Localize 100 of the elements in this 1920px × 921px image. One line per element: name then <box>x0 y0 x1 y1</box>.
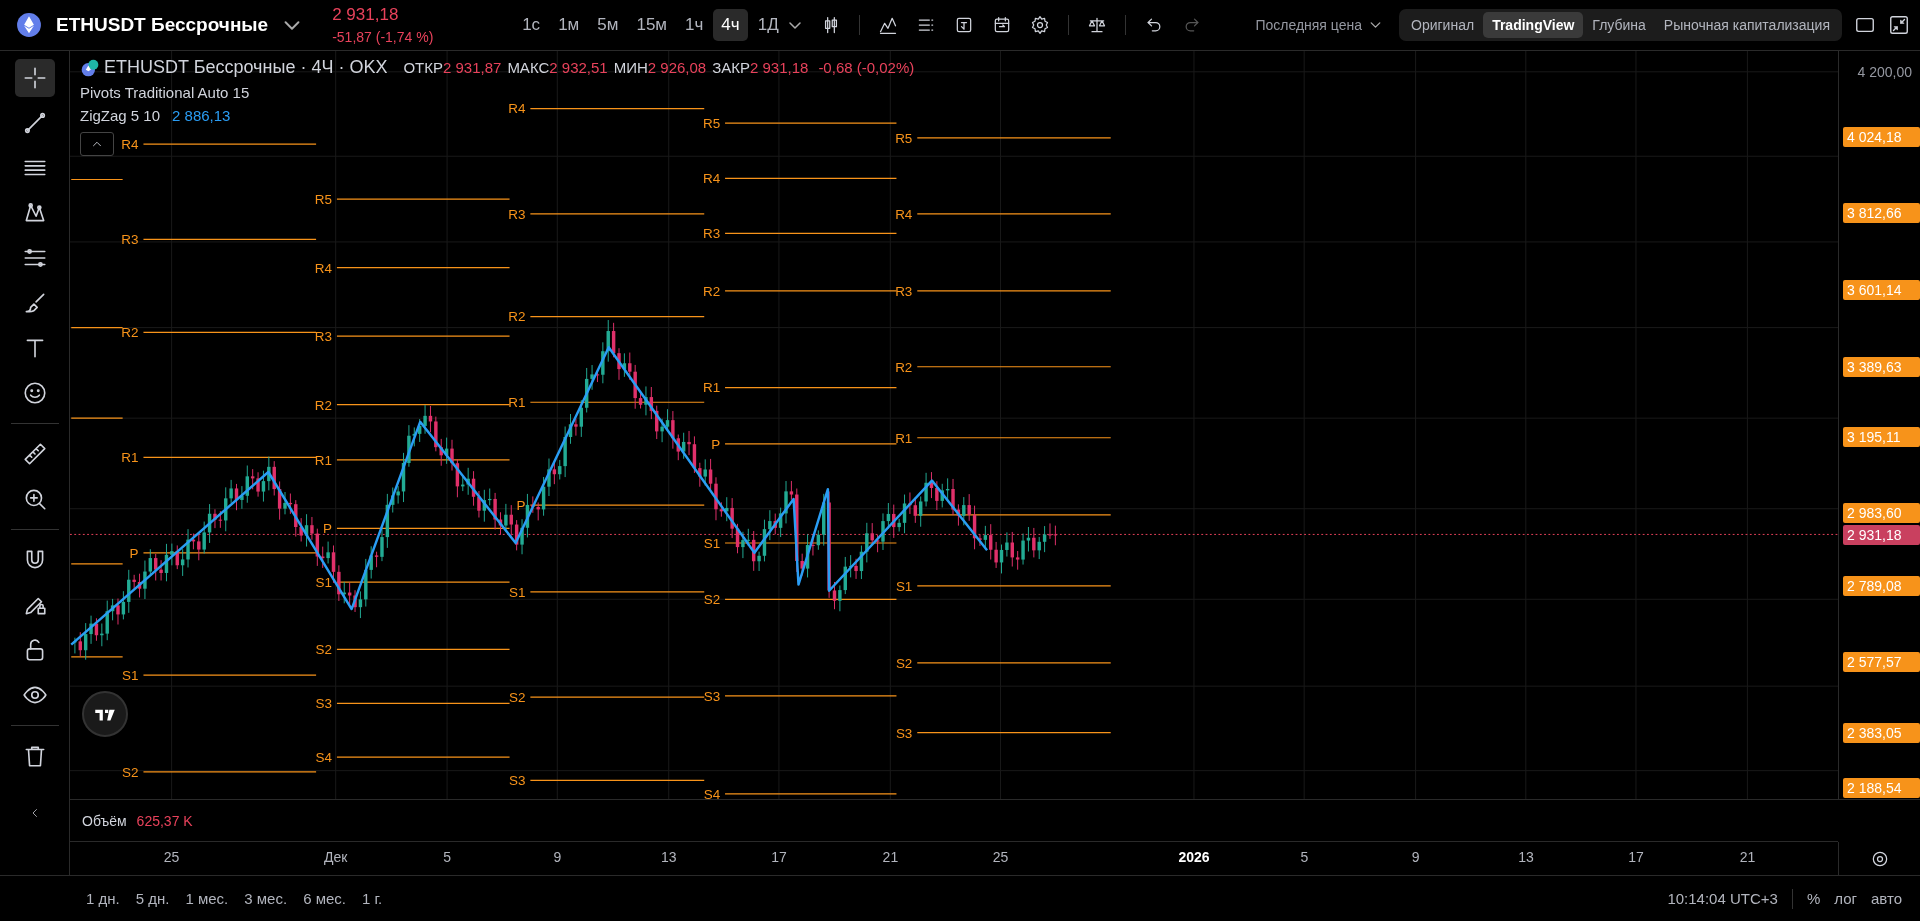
logo-badge[interactable] <box>82 691 128 737</box>
collapse-icon[interactable] <box>1888 14 1910 36</box>
interval-button[interactable]: 1Д <box>749 9 787 41</box>
time-label: 21 <box>882 849 899 865</box>
time-label: 13 <box>661 849 677 865</box>
crosshair-tool[interactable] <box>14 59 55 97</box>
pivot-label: R4 <box>314 260 332 276</box>
last-price: 2 931,18 <box>332 5 400 25</box>
view-tab[interactable]: TradingView <box>1483 12 1584 38</box>
time-label: 13 <box>1518 849 1534 865</box>
pivot-label: R5 <box>895 130 913 146</box>
pivot-label: R3 <box>121 232 139 248</box>
interval-button[interactable]: 1ч <box>677 9 712 41</box>
range-button[interactable]: 6 мес. <box>303 890 346 907</box>
price-change: -51,87 (-1,74 %) <box>332 29 435 45</box>
pivot-price-tag: 3 195,11 <box>1843 426 1920 447</box>
pivot-label: S3 <box>509 773 526 789</box>
pivot-label: R4 <box>702 171 721 187</box>
pivot-label: S2 <box>315 642 332 658</box>
pivot-label: R3 <box>508 206 526 222</box>
indicators-icon[interactable] <box>877 15 898 35</box>
range-button[interactable]: 1 г. <box>361 890 383 907</box>
caret-icon <box>284 20 301 30</box>
interval-button[interactable]: 1с <box>514 9 549 41</box>
percent-button[interactable]: % <box>1806 890 1821 907</box>
pivot-label: S2 <box>509 690 526 706</box>
pivot-price-tag: 3 389,63 <box>1843 356 1920 377</box>
pivot-label: S1 <box>122 668 139 684</box>
pivot-price-tag: 2 577,57 <box>1843 652 1920 672</box>
interval-button[interactable]: 1м <box>550 9 588 41</box>
interval-button[interactable]: 15м <box>628 9 676 41</box>
pivot-label: R4 <box>508 101 526 117</box>
coin-icon <box>80 57 100 78</box>
view-tab[interactable]: Рыночная капитализация <box>1654 12 1839 38</box>
view-tab[interactable]: Глубина <box>1583 12 1655 38</box>
ohlc-value: 2 926,08 <box>647 59 707 76</box>
ohlc-value: 2 931,87 <box>443 59 502 76</box>
pivot-label: P <box>516 497 526 513</box>
pivot-label: R3 <box>314 329 332 345</box>
pivot-label: R5 <box>702 116 721 132</box>
pivot-label: S3 <box>895 725 913 741</box>
indicator-name: Pivots Traditional Auto 15 <box>80 84 250 101</box>
time-label: 21 <box>1739 849 1756 865</box>
ohlc-label: МИН <box>613 59 648 76</box>
pivot-line <box>70 563 124 565</box>
ruler-icon <box>21 441 48 467</box>
range-button[interactable]: 1 мес. <box>185 890 229 907</box>
volume-value: 625,37 K <box>136 812 193 829</box>
pivot-label: R2 <box>121 325 139 341</box>
bar-change: -0,68 (-0,02%) <box>818 59 915 76</box>
pivot-line <box>70 178 124 181</box>
pivot-label: S2 <box>895 655 913 671</box>
settings-icon[interactable] <box>1029 15 1050 35</box>
pivot-label: R1 <box>121 450 139 466</box>
caret-icon[interactable] <box>788 21 801 29</box>
pivot-line <box>70 417 124 419</box>
interval-button[interactable]: 4ч <box>713 9 748 41</box>
pivot-label: R2 <box>314 397 332 413</box>
range-button[interactable]: 3 мес. <box>244 890 288 907</box>
pivot-label: R1 <box>508 395 526 411</box>
time-label: 17 <box>1628 849 1644 865</box>
pivot-price-tag: 3 812,66 <box>1843 202 1920 223</box>
indicator-value: 2 886,13 <box>172 107 231 124</box>
pivot-label: S1 <box>703 535 721 551</box>
pivot-label: R1 <box>314 452 332 468</box>
pivot-label: S3 <box>315 696 332 712</box>
pivot-line <box>70 326 124 329</box>
clock-text: 10:14:04 UTC+3 <box>1667 890 1778 907</box>
pivot-label: R2 <box>508 309 526 325</box>
pivot-label: S3 <box>703 688 721 704</box>
pivot-label: P <box>323 521 332 537</box>
log-button[interactable]: лог <box>1834 890 1857 907</box>
chart-title: ETHUSDT Бессрочные · 4Ч · OKX <box>104 57 388 78</box>
range-button[interactable]: 1 дн. <box>86 890 120 907</box>
ethereum-icon <box>16 12 42 38</box>
ohlc-label: ЗАКР <box>712 59 750 76</box>
pivot-label: S2 <box>122 764 139 780</box>
pivot-label: S4 <box>315 750 332 766</box>
smiley-icon <box>21 380 48 406</box>
caret-icon <box>1370 22 1381 28</box>
time-label: 5 <box>1300 849 1309 865</box>
symbol-selector[interactable]: ETHUSDT Бессрочные <box>56 14 301 36</box>
time-label: Дек <box>324 849 348 865</box>
pivot-price-tag: 2 789,08 <box>1843 576 1920 597</box>
interval-button[interactable]: 5м <box>589 9 627 41</box>
auto-button[interactable]: авто <box>1870 890 1902 907</box>
pivot-label: S1 <box>315 575 332 591</box>
pivot-label: R4 <box>895 206 913 222</box>
price-source-dropdown[interactable]: Последняя цена <box>1255 17 1381 33</box>
pivot-label: R2 <box>702 283 721 299</box>
pivot-label: R3 <box>895 283 913 299</box>
scales-icon[interactable] <box>1086 15 1107 35</box>
pivot-price-tag: 3 601,14 <box>1843 279 1920 300</box>
pivot-price-tag: 2 983,60 <box>1843 502 1920 523</box>
pivot-label: P <box>711 436 721 452</box>
view-tab[interactable]: Оригинал <box>1402 12 1484 38</box>
pivot-price-tag: 4 024,18 <box>1843 126 1920 147</box>
pivot-price-tag: 2 383,05 <box>1843 723 1920 744</box>
range-button[interactable]: 5 дн. <box>135 890 170 907</box>
pivot-label: R5 <box>314 192 332 207</box>
